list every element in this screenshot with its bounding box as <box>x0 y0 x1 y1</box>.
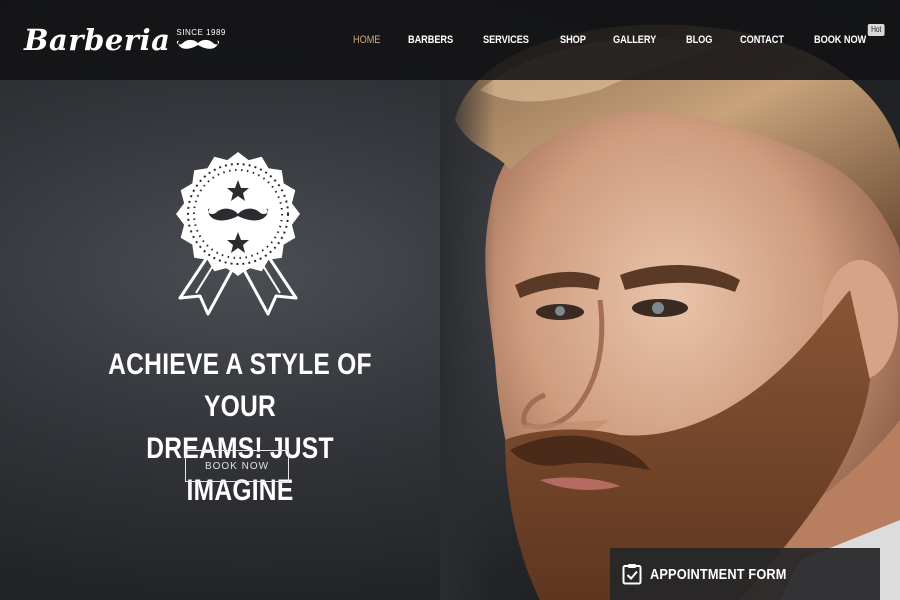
nav-item-blog[interactable]: BLOG <box>686 32 712 48</box>
nav-item-services[interactable]: SERVICES <box>483 32 529 48</box>
book-now-button[interactable]: BOOK NOW <box>185 450 289 482</box>
clipboard-check-icon <box>622 564 642 585</box>
nav-item-gallery[interactable]: GALLERY <box>613 32 656 48</box>
nav-item-book-now-label: BOOK NOW <box>813 34 867 46</box>
brand-side: SINCE 1989 <box>176 22 225 52</box>
hot-badge: Hot <box>867 24 885 36</box>
nav-item-shop[interactable]: SHOP <box>560 32 586 48</box>
nav-item-contact[interactable]: CONTACT <box>740 32 784 48</box>
nav-item-barbers[interactable]: BARBERS <box>408 32 453 48</box>
brand-name: Barberia <box>24 23 171 57</box>
nav-item-home[interactable]: HOME <box>353 32 380 48</box>
brand-logo[interactable]: Barberia SINCE 1989 <box>24 22 226 58</box>
appointment-form-label: APPOINTMENT FORM <box>650 565 787 583</box>
brand-since: SINCE 1989 <box>176 28 226 37</box>
award-ribbon-mustache-icon <box>176 152 300 316</box>
nav-item-book-now[interactable]: BOOK NOW Hot <box>813 24 885 48</box>
hero-headline-line1: ACHIEVE A STYLE OF YOUR <box>108 348 372 423</box>
site-header: Barberia SINCE 1989 HOME BARBERS SERVICE… <box>0 0 900 80</box>
hero-headline: ACHIEVE A STYLE OF YOUR DREAMS! JUST IMA… <box>92 344 387 512</box>
mustache-icon <box>177 39 220 49</box>
main-nav: HOME BARBERS SERVICES SHOP GALLERY BLOG … <box>331 24 885 48</box>
appointment-form-tab[interactable]: APPOINTMENT FORM <box>610 548 880 600</box>
